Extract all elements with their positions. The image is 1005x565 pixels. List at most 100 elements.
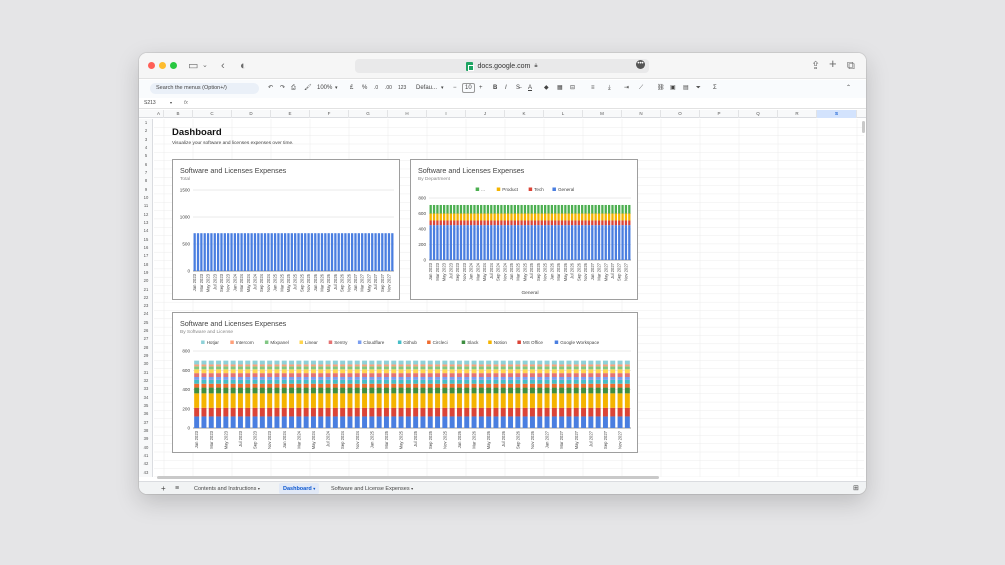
row-header[interactable]: 33 bbox=[139, 385, 153, 393]
tab-dashboard[interactable]: Dashboard ▾ bbox=[279, 483, 320, 494]
text-rotation-icon[interactable]: ⟋ bbox=[639, 83, 643, 94]
row-header[interactable]: 6 bbox=[139, 161, 153, 169]
number-format-button[interactable]: 123 bbox=[398, 83, 406, 94]
undo-icon[interactable]: ↶ bbox=[268, 83, 273, 94]
row-header[interactable]: 29 bbox=[139, 352, 153, 360]
row-header[interactable]: 32 bbox=[139, 377, 153, 385]
explore-icon[interactable]: ⊞ bbox=[849, 483, 863, 494]
row-header[interactable]: 34 bbox=[139, 394, 153, 402]
close-window-button[interactable] bbox=[148, 62, 155, 69]
row-header[interactable]: 11 bbox=[139, 202, 153, 210]
row-header[interactable]: 2 bbox=[139, 127, 153, 135]
column-header[interactable]: L bbox=[544, 110, 583, 118]
tab-software-and-license-expenses[interactable]: Software and License Expenses ▾ bbox=[327, 483, 417, 494]
column-header[interactable]: O bbox=[661, 110, 700, 118]
font-select[interactable]: Defau... bbox=[416, 83, 437, 94]
row-header[interactable]: 22 bbox=[139, 294, 153, 302]
row-header[interactable]: 5 bbox=[139, 152, 153, 160]
chevron-down-icon[interactable]: ⌄ bbox=[202, 59, 208, 73]
fill-color-icon[interactable]: ◆ bbox=[544, 83, 549, 94]
row-header[interactable]: 36 bbox=[139, 410, 153, 418]
row-header[interactable]: 38 bbox=[139, 427, 153, 435]
sidebar-toggle-icon[interactable]: ▭ bbox=[188, 59, 198, 73]
row-header[interactable]: 19 bbox=[139, 269, 153, 277]
column-header[interactable]: B bbox=[164, 110, 193, 118]
minimize-window-button[interactable] bbox=[159, 62, 166, 69]
shield-icon[interactable]: ◐ bbox=[240, 59, 247, 73]
column-header[interactable]: I bbox=[427, 110, 466, 118]
row-header[interactable]: 1 bbox=[139, 119, 153, 127]
column-header[interactable]: E bbox=[271, 110, 310, 118]
column-header[interactable]: K bbox=[505, 110, 544, 118]
row-header[interactable]: 35 bbox=[139, 402, 153, 410]
row-header[interactable]: 16 bbox=[139, 244, 153, 252]
add-sheet-button[interactable]: + bbox=[157, 483, 170, 494]
row-header[interactable]: 14 bbox=[139, 227, 153, 235]
column-header[interactable]: M bbox=[583, 110, 622, 118]
zoom-select[interactable]: 100% bbox=[317, 83, 332, 94]
chart-by-software[interactable]: Software and Licenses Expenses By Softwa… bbox=[172, 312, 638, 453]
tab-contents-and-instructions[interactable]: Contents and Instructions ▾ bbox=[190, 483, 264, 494]
row-header[interactable]: 37 bbox=[139, 419, 153, 427]
column-header[interactable]: R bbox=[778, 110, 817, 118]
vertical-scroll-thumb[interactable] bbox=[862, 121, 865, 133]
currency-button[interactable]: £ bbox=[350, 83, 353, 94]
chart-icon[interactable]: ▤ bbox=[683, 83, 689, 94]
share-icon[interactable]: ⇪ bbox=[811, 59, 820, 73]
row-header[interactable]: 8 bbox=[139, 177, 153, 185]
row-header[interactable]: 24 bbox=[139, 310, 153, 318]
decrease-decimal-button[interactable]: .0 bbox=[374, 83, 378, 94]
tab-overview-icon[interactable]: ⧉ bbox=[847, 59, 855, 73]
row-header[interactable]: 12 bbox=[139, 211, 153, 219]
row-header[interactable]: 21 bbox=[139, 286, 153, 294]
row-header[interactable]: 27 bbox=[139, 335, 153, 343]
column-header[interactable]: S bbox=[817, 110, 857, 118]
row-header[interactable]: 10 bbox=[139, 194, 153, 202]
strikethrough-icon[interactable]: S̶ bbox=[516, 83, 520, 94]
column-header[interactable]: N bbox=[622, 110, 661, 118]
row-header[interactable]: 41 bbox=[139, 452, 153, 460]
column-header[interactable]: H bbox=[388, 110, 427, 118]
column-header[interactable]: F bbox=[310, 110, 349, 118]
row-header[interactable]: 3 bbox=[139, 136, 153, 144]
font-size-increase-button[interactable]: + bbox=[479, 83, 483, 94]
chart-total[interactable]: Software and Licenses Expenses Total 0 50… bbox=[172, 159, 400, 300]
column-header[interactable]: P bbox=[700, 110, 739, 118]
new-tab-icon[interactable]: + bbox=[829, 57, 837, 71]
row-header[interactable]: 17 bbox=[139, 252, 153, 260]
row-header[interactable]: 30 bbox=[139, 360, 153, 368]
redo-icon[interactable]: ↷ bbox=[280, 83, 285, 94]
align-horizontal-icon[interactable]: ≡ bbox=[591, 83, 595, 94]
font-size-decrease-button[interactable]: − bbox=[453, 83, 457, 94]
italic-button[interactable]: I bbox=[505, 83, 507, 94]
merge-cells-icon[interactable]: ⊟ bbox=[570, 83, 575, 94]
row-header[interactable]: 39 bbox=[139, 435, 153, 443]
column-header[interactable]: A bbox=[154, 110, 164, 118]
horizontal-scroll-thumb[interactable] bbox=[157, 476, 659, 479]
row-header[interactable]: 40 bbox=[139, 444, 153, 452]
column-header[interactable]: G bbox=[349, 110, 388, 118]
text-color-icon[interactable]: A bbox=[528, 83, 532, 94]
name-box[interactable]: S213 bbox=[144, 100, 156, 106]
row-header[interactable]: 15 bbox=[139, 236, 153, 244]
bold-button[interactable]: B bbox=[493, 83, 497, 94]
all-sheets-button[interactable]: ≡ bbox=[171, 483, 183, 494]
row-header[interactable]: 20 bbox=[139, 277, 153, 285]
row-header[interactable]: 31 bbox=[139, 369, 153, 377]
row-header[interactable]: 23 bbox=[139, 302, 153, 310]
column-header[interactable]: C bbox=[193, 110, 232, 118]
collapse-toolbar-icon[interactable]: ⌃ bbox=[846, 83, 851, 94]
chart-by-department[interactable]: Software and Licenses Expenses By Depart… bbox=[410, 159, 638, 300]
row-header[interactable]: 42 bbox=[139, 460, 153, 468]
filter-icon[interactable]: ⏷ bbox=[696, 83, 701, 94]
row-header[interactable]: 7 bbox=[139, 169, 153, 177]
column-header[interactable]: D bbox=[232, 110, 271, 118]
link-icon[interactable]: ⛓︎ bbox=[657, 83, 665, 94]
address-bar[interactable]: docs.google.com 🔒︎ bbox=[355, 59, 649, 73]
row-header[interactable]: 43 bbox=[139, 469, 153, 477]
percent-button[interactable]: % bbox=[362, 83, 367, 94]
print-icon[interactable]: ⎙ bbox=[291, 83, 296, 94]
row-header[interactable]: 26 bbox=[139, 327, 153, 335]
row-header[interactable]: 4 bbox=[139, 144, 153, 152]
functions-icon[interactable]: Σ bbox=[713, 83, 717, 94]
